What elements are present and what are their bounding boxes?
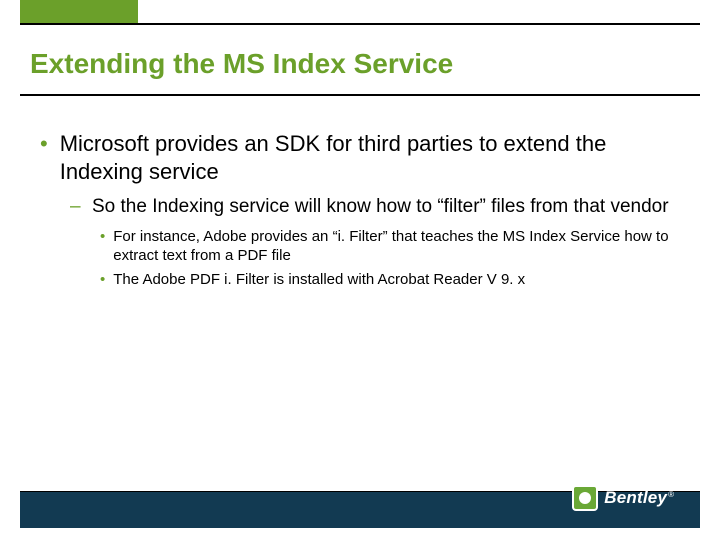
bullet-level1: • Microsoft provides an SDK for third pa… [40, 130, 680, 185]
accent-block [20, 0, 138, 24]
logo-text: Bentley® [604, 488, 674, 508]
slide: Extending the MS Index Service • Microso… [0, 0, 720, 540]
bullet-level3: • The Adobe PDF i. Filter is installed w… [100, 270, 680, 290]
bullet-text: Microsoft provides an SDK for third part… [60, 130, 680, 185]
footer-bar: Bentley® [20, 492, 700, 528]
registered-icon: ® [668, 490, 674, 499]
top-rule [20, 23, 700, 25]
slide-title: Extending the MS Index Service [30, 48, 690, 80]
dash-icon: – [70, 195, 82, 219]
title-rule [20, 94, 700, 96]
disc-icon: • [100, 270, 105, 290]
logo-glyph-icon [579, 492, 591, 504]
content-area: • Microsoft provides an SDK for third pa… [40, 130, 680, 293]
bullet-text: For instance, Adobe provides an “i. Filt… [113, 227, 680, 266]
logo-mark-icon [572, 485, 598, 511]
bullet-text: So the Indexing service will know how to… [92, 195, 669, 219]
disc-icon: • [100, 227, 105, 266]
top-bar [0, 0, 720, 24]
disc-icon: • [40, 130, 48, 185]
bentley-logo: Bentley® [572, 485, 674, 511]
bullet-level3: • For instance, Adobe provides an “i. Fi… [100, 227, 680, 266]
bullet-level2: – So the Indexing service will know how … [70, 195, 680, 219]
bullet-text: The Adobe PDF i. Filter is installed wit… [113, 270, 525, 290]
logo-name: Bentley [604, 488, 667, 507]
